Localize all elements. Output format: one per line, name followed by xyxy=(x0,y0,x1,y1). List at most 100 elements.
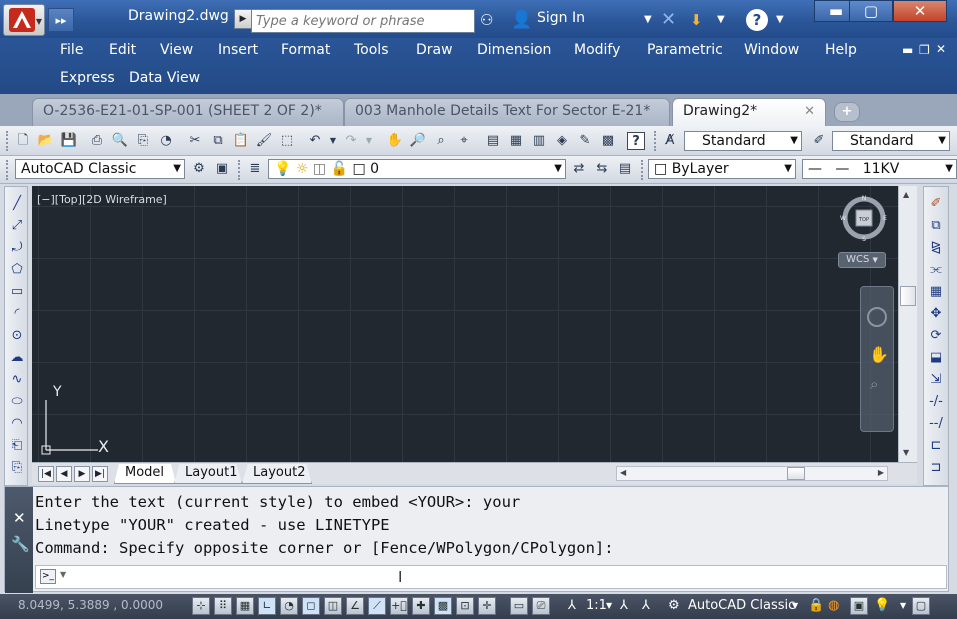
trim-icon[interactable]: -/- xyxy=(927,393,945,411)
hardware-acceleration-icon[interactable]: ◍ xyxy=(828,598,839,613)
design-center-icon[interactable]: ▦ xyxy=(507,132,525,150)
print-preview-icon[interactable]: 🔍 xyxy=(111,132,129,150)
3d-object-snap-icon[interactable]: ◫ xyxy=(324,597,342,615)
array-icon[interactable]: ▦ xyxy=(927,283,945,301)
quick-properties-icon[interactable]: ⊡ xyxy=(456,597,474,615)
toolbar-grip[interactable] xyxy=(641,160,645,180)
vertical-scrollbar[interactable]: ▲ ▼ xyxy=(898,186,917,462)
polygon-icon[interactable]: ⬠ xyxy=(8,261,26,279)
pan-hand-icon[interactable]: ✋ xyxy=(869,345,889,364)
coordinates-readout[interactable]: 8.0499, 5.3889 , 0.0000 xyxy=(18,598,163,612)
scale-icon[interactable]: ⬓ xyxy=(927,349,945,367)
polyline-icon[interactable]: ⤾ xyxy=(8,239,26,257)
chevron-down-icon[interactable]: ▼ xyxy=(644,9,652,31)
annotation-scale-value[interactable]: 1:1 xyxy=(586,598,607,613)
make-block-icon[interactable]: ⎘ xyxy=(8,459,26,477)
paste-icon[interactable]: 📋 xyxy=(232,132,250,150)
layer-states-icon[interactable]: ▤ xyxy=(616,160,634,178)
transparency-icon[interactable]: ▩ xyxy=(434,597,452,615)
chevron-down-icon[interactable]: ▼ xyxy=(717,9,725,31)
maximize-button[interactable]: ▢ xyxy=(849,0,893,22)
ellipse-icon[interactable]: ⬭ xyxy=(8,393,26,411)
help-icon[interactable]: ? xyxy=(627,132,645,150)
construction-line-icon[interactable]: ⤢ xyxy=(8,217,26,235)
mdi-restore-icon[interactable]: ❐ xyxy=(919,43,930,57)
zoom-realtime-icon[interactable]: 🔎 xyxy=(409,132,427,150)
scroll-down-icon[interactable]: ▼ xyxy=(903,448,909,457)
dynamic-ucs-icon[interactable]: ⟋ xyxy=(368,597,386,615)
make-object-layer-current-icon[interactable]: ⇄ xyxy=(570,160,588,178)
zoom-extents-icon[interactable]: ⌕ xyxy=(870,375,878,393)
mirror-icon[interactable]: ⧎ xyxy=(927,239,945,257)
horizontal-scrollbar[interactable]: ◀ ▶ xyxy=(616,466,888,481)
open-folder-icon[interactable]: 📂 xyxy=(37,132,55,150)
menu-tools[interactable]: Tools xyxy=(354,42,389,58)
steering-wheel-icon[interactable] xyxy=(867,307,887,327)
save-icon[interactable]: 💾 xyxy=(60,132,78,150)
rotate-icon[interactable]: ⟳ xyxy=(927,327,945,345)
close-tab-icon[interactable]: ✕ xyxy=(804,104,815,119)
menu-data-view[interactable]: Data View xyxy=(129,70,200,86)
workspace-gear-icon[interactable]: ⚙ xyxy=(668,598,680,613)
ellipse-arc-icon[interactable]: ◠ xyxy=(8,415,26,433)
previous-layout-icon[interactable]: ◀ xyxy=(56,466,72,482)
selection-cycling-icon[interactable]: ✛ xyxy=(478,597,496,615)
communication-center-icon[interactable]: ⬇ xyxy=(690,9,703,31)
menu-file[interactable]: File xyxy=(60,42,83,58)
close-command-line-icon[interactable]: ✕ xyxy=(13,509,26,527)
toolbar-grip[interactable] xyxy=(238,160,242,180)
erase-icon[interactable]: ✐ xyxy=(927,195,945,213)
close-button[interactable]: ✕ xyxy=(893,0,947,22)
search-input[interactable] xyxy=(251,9,475,33)
toolbar-grip[interactable] xyxy=(654,131,658,151)
break-icon[interactable]: ⊏ xyxy=(927,437,945,455)
revision-cloud-icon[interactable]: ☁ xyxy=(8,349,26,367)
linetype-dropdown[interactable]: — — 11KV ▼ xyxy=(802,159,957,179)
annotation-visibility-icon[interactable]: ⅄ xyxy=(620,598,628,613)
match-properties-icon[interactable]: 🖌 xyxy=(255,132,273,150)
annotation-scale-icon[interactable]: ⅄ xyxy=(568,598,576,613)
new-tab-plus-icon[interactable]: + xyxy=(834,102,860,122)
copy-object-icon[interactable]: ⧉ xyxy=(927,217,945,235)
binoculars-icon[interactable]: ⚇ xyxy=(480,9,493,31)
chevron-down-icon[interactable]: ▼ xyxy=(776,9,784,31)
copy-icon[interactable]: ⧉ xyxy=(209,132,227,150)
chevron-down-icon[interactable]: ▼ xyxy=(60,570,66,579)
auto-scale-icon[interactable]: ⅄ xyxy=(642,598,650,613)
drawing-canvas[interactable]: [−][Top][2D Wireframe] TOP N S E W WCS ▼… xyxy=(32,186,898,462)
clean-screen-icon[interactable]: ▢ xyxy=(912,597,930,615)
menu-help[interactable]: Help xyxy=(825,42,857,58)
layer-previous-icon[interactable]: ⇆ xyxy=(593,160,611,178)
grid-display-icon[interactable]: ▦ xyxy=(236,597,254,615)
viewport-controls-label[interactable]: [−][Top][2D Wireframe] xyxy=(37,193,167,206)
chevron-down-icon[interactable]: ▼ xyxy=(360,132,378,150)
sheet-set-icon[interactable]: ◈ xyxy=(553,132,571,150)
model-space-icon[interactable]: ▭ xyxy=(510,597,528,615)
next-layout-icon[interactable]: ▶ xyxy=(74,466,90,482)
tool-palettes-icon[interactable]: ▥ xyxy=(530,132,548,150)
chevron-down-icon[interactable]: ▼ xyxy=(606,601,612,610)
infer-constraints-icon[interactable]: ⊹ xyxy=(192,597,210,615)
line-icon[interactable]: ╱ xyxy=(8,195,26,213)
exchange-icon[interactable]: ✕ xyxy=(661,9,676,31)
scroll-right-icon[interactable]: ▶ xyxy=(878,468,884,477)
viewcube-compass-icon[interactable]: TOP N S E W xyxy=(840,194,888,242)
cut-icon[interactable]: ✂ xyxy=(186,132,204,150)
pan-icon[interactable]: ✋ xyxy=(386,132,404,150)
calculator-icon[interactable]: ▩ xyxy=(599,132,617,150)
zoom-window-icon[interactable]: ⌕ xyxy=(432,132,450,150)
lineweight-icon[interactable]: ✚ xyxy=(412,597,430,615)
help-icon[interactable]: ? xyxy=(746,9,768,31)
command-input[interactable] xyxy=(72,568,952,586)
mdi-minimize-icon[interactable]: ▬ xyxy=(902,43,913,57)
menu-dimension[interactable]: Dimension xyxy=(477,42,551,58)
quick-access-more-icon[interactable]: ▸▸ xyxy=(48,8,74,32)
isolate-bulb-icon[interactable]: 💡 xyxy=(874,598,890,613)
layer-properties-icon[interactable]: ≣ xyxy=(246,160,264,178)
join-icon[interactable]: ⊐ xyxy=(927,459,945,477)
wcs-menu-button[interactable]: WCS ▼ xyxy=(838,252,886,268)
title-expand-arrow-icon[interactable]: ▶ xyxy=(234,9,252,29)
quick-view-layouts-icon[interactable]: ⎚ xyxy=(532,597,550,615)
toolbar-lock-icon[interactable]: 🔒 xyxy=(808,598,824,613)
workspace-dropdown[interactable]: AutoCAD Classic ▼ xyxy=(15,159,185,179)
